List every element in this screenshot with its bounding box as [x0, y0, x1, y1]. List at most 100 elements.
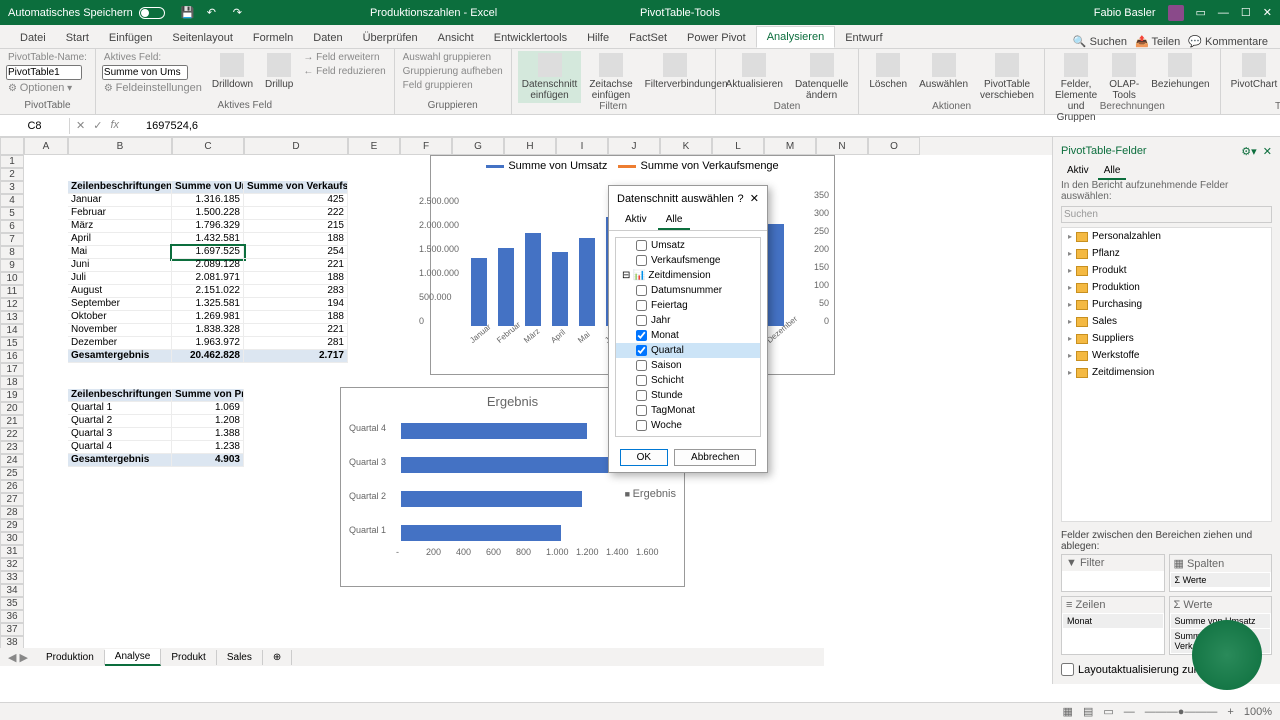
- cell[interactable]: Summe von Verkaufsmenge: [244, 181, 348, 194]
- sheet-tab[interactable]: Sales: [217, 650, 263, 665]
- cell[interactable]: Dezember: [68, 337, 172, 350]
- formula-input[interactable]: 1697524,6: [140, 118, 1280, 134]
- move-button[interactable]: PivotTable verschieben: [976, 51, 1038, 103]
- ribbon-tab-überprüfen[interactable]: Überprüfen: [353, 28, 428, 48]
- cell[interactable]: Mai: [68, 246, 172, 259]
- cell[interactable]: 1.388: [172, 428, 244, 441]
- user-name[interactable]: Fabio Basler: [1094, 7, 1156, 19]
- field-table[interactable]: Purchasing: [1062, 296, 1271, 313]
- fx-cancel-icon[interactable]: ✕: [76, 119, 85, 132]
- cell[interactable]: Quartal 3: [68, 428, 172, 441]
- pivot-name-input[interactable]: [6, 65, 82, 80]
- cell[interactable]: 2.151.022: [172, 285, 244, 298]
- avatar[interactable]: [1168, 5, 1184, 21]
- cell[interactable]: 1.269.981: [172, 311, 244, 324]
- undo-icon[interactable]: ↶: [207, 6, 221, 20]
- view-break-icon[interactable]: ▭: [1103, 705, 1113, 718]
- cell[interactable]: März: [68, 220, 172, 233]
- ribbon-tab-factset[interactable]: FactSet: [619, 28, 677, 48]
- cell[interactable]: Januar: [68, 194, 172, 207]
- field-table[interactable]: Produkt: [1062, 262, 1271, 279]
- slicer-item[interactable]: Datumsnummer: [616, 283, 760, 298]
- zoom-slider[interactable]: ———●———: [1145, 706, 1218, 718]
- sheet-nav-icon[interactable]: ◀ ▶: [0, 651, 36, 664]
- dialog-close-icon[interactable]: ✕: [750, 193, 759, 205]
- sheet-tab[interactable]: Analyse: [105, 649, 162, 666]
- ribbon-tab-datei[interactable]: Datei: [10, 28, 56, 48]
- ribbon-tab-formeln[interactable]: Formeln: [243, 28, 303, 48]
- cell[interactable]: Juli: [68, 272, 172, 285]
- field-search-input[interactable]: Suchen: [1061, 206, 1272, 223]
- slicer-item[interactable]: Umsatz: [616, 238, 760, 253]
- ribbon-options-icon[interactable]: ▭: [1196, 6, 1206, 19]
- slicer-item[interactable]: Quartal: [616, 343, 760, 358]
- slicer-item[interactable]: Saison: [616, 358, 760, 373]
- name-box[interactable]: C8: [0, 118, 70, 134]
- slicer-item[interactable]: Feiertag: [616, 298, 760, 313]
- cancel-button[interactable]: Abbrechen: [674, 449, 756, 466]
- cell[interactable]: 194: [244, 298, 348, 311]
- cell[interactable]: November: [68, 324, 172, 337]
- cell[interactable]: 1.069: [172, 402, 244, 415]
- sheet-tab[interactable]: Produkt: [161, 650, 216, 665]
- ribbon-tab-start[interactable]: Start: [56, 28, 99, 48]
- cell[interactable]: 2.717: [244, 350, 348, 363]
- fields-button[interactable]: Felder, Elemente und Gruppen: [1051, 51, 1101, 125]
- active-field-input[interactable]: [102, 65, 188, 80]
- cell[interactable]: 425: [244, 194, 348, 207]
- insert-slicer-button[interactable]: Datenschnitt einfügen: [518, 51, 582, 103]
- share-tab[interactable]: 📤 Teilen: [1135, 35, 1180, 48]
- olap-button[interactable]: OLAP-Tools: [1105, 51, 1143, 103]
- refresh-button[interactable]: Aktualisieren: [722, 51, 787, 92]
- ok-button[interactable]: OK: [620, 449, 668, 466]
- cell[interactable]: Juni: [68, 259, 172, 272]
- ribbon-tab-seitenlayout[interactable]: Seitenlayout: [162, 28, 243, 48]
- autosave-toggle[interactable]: Automatisches Speichern: [0, 7, 173, 19]
- fp-tab-aktiv[interactable]: Aktiv: [1061, 163, 1095, 178]
- view-layout-icon[interactable]: ▤: [1083, 705, 1093, 718]
- close-icon[interactable]: ✕: [1263, 6, 1272, 19]
- cell[interactable]: 4.903: [172, 454, 244, 467]
- cell[interactable]: Gesamtergebnis: [68, 350, 172, 363]
- cell[interactable]: 20.462.828: [172, 350, 244, 363]
- cell[interactable]: 2.081.971: [172, 272, 244, 285]
- cell[interactable]: Oktober: [68, 311, 172, 324]
- slicer-item[interactable]: Jahr: [616, 313, 760, 328]
- slicer-item[interactable]: Verkaufsmenge: [616, 253, 760, 268]
- field-table[interactable]: Pflanz: [1062, 245, 1271, 262]
- cell[interactable]: Zeilenbeschriftungen: [68, 181, 172, 194]
- toggle-icon[interactable]: [139, 7, 165, 19]
- help-icon[interactable]: ?: [738, 193, 744, 205]
- cell[interactable]: August: [68, 285, 172, 298]
- cell[interactable]: 1.796.329: [172, 220, 244, 233]
- cell[interactable]: 188: [244, 233, 348, 246]
- ribbon-tab-hilfe[interactable]: Hilfe: [577, 28, 619, 48]
- slicer-item[interactable]: Monat: [616, 328, 760, 343]
- cell[interactable]: Quartal 4: [68, 441, 172, 454]
- ribbon-tab-analysieren[interactable]: Analysieren: [756, 26, 835, 48]
- minimize-icon[interactable]: —: [1218, 7, 1229, 19]
- cell[interactable]: 1.697.525: [172, 246, 244, 259]
- cell[interactable]: 254: [244, 246, 348, 259]
- view-normal-icon[interactable]: ▦: [1063, 705, 1073, 718]
- slicer-item[interactable]: Woche: [616, 418, 760, 433]
- cell[interactable]: 221: [244, 259, 348, 272]
- cell[interactable]: 188: [244, 311, 348, 324]
- cell[interactable]: Quartal 1: [68, 402, 172, 415]
- rows-area[interactable]: ≡ ZeilenMonat: [1061, 596, 1165, 655]
- ribbon-tab-power pivot[interactable]: Power Pivot: [677, 28, 756, 48]
- field-table[interactable]: Suppliers: [1062, 330, 1271, 347]
- insert-timeline-button[interactable]: Zeitachse einfügen: [585, 51, 636, 103]
- clear-button[interactable]: Löschen: [865, 51, 911, 92]
- cell[interactable]: April: [68, 233, 172, 246]
- redo-icon[interactable]: ↷: [233, 6, 247, 20]
- cell[interactable]: September: [68, 298, 172, 311]
- fx-ok-icon[interactable]: ✓: [93, 119, 102, 132]
- drilldown-button[interactable]: Drilldown: [208, 51, 257, 92]
- slicer-item[interactable]: Schicht: [616, 373, 760, 388]
- cell[interactable]: Summe von Umsatz: [172, 181, 244, 194]
- filter-area[interactable]: ▼ Filter: [1061, 554, 1165, 592]
- cell[interactable]: 1.838.328: [172, 324, 244, 337]
- cell[interactable]: 215: [244, 220, 348, 233]
- cell[interactable]: 1.208: [172, 415, 244, 428]
